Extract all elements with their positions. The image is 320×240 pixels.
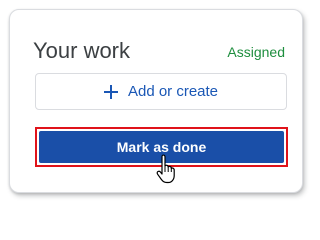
mark-as-done-label: Mark as done	[116, 139, 207, 155]
card-title: Your work	[33, 38, 131, 63]
add-or-create-button[interactable]: Add or create	[35, 73, 287, 110]
hand-pointer-cursor-icon	[156, 154, 175, 184]
assignment-status: Assigned	[227, 44, 285, 60]
your-work-card: Your work Assigned Add or create Mark as…	[9, 9, 303, 193]
plus-icon	[103, 84, 118, 99]
screenshot-stage: Your work Assigned Add or create Mark as…	[0, 0, 320, 211]
add-or-create-label: Add or create	[127, 83, 219, 100]
